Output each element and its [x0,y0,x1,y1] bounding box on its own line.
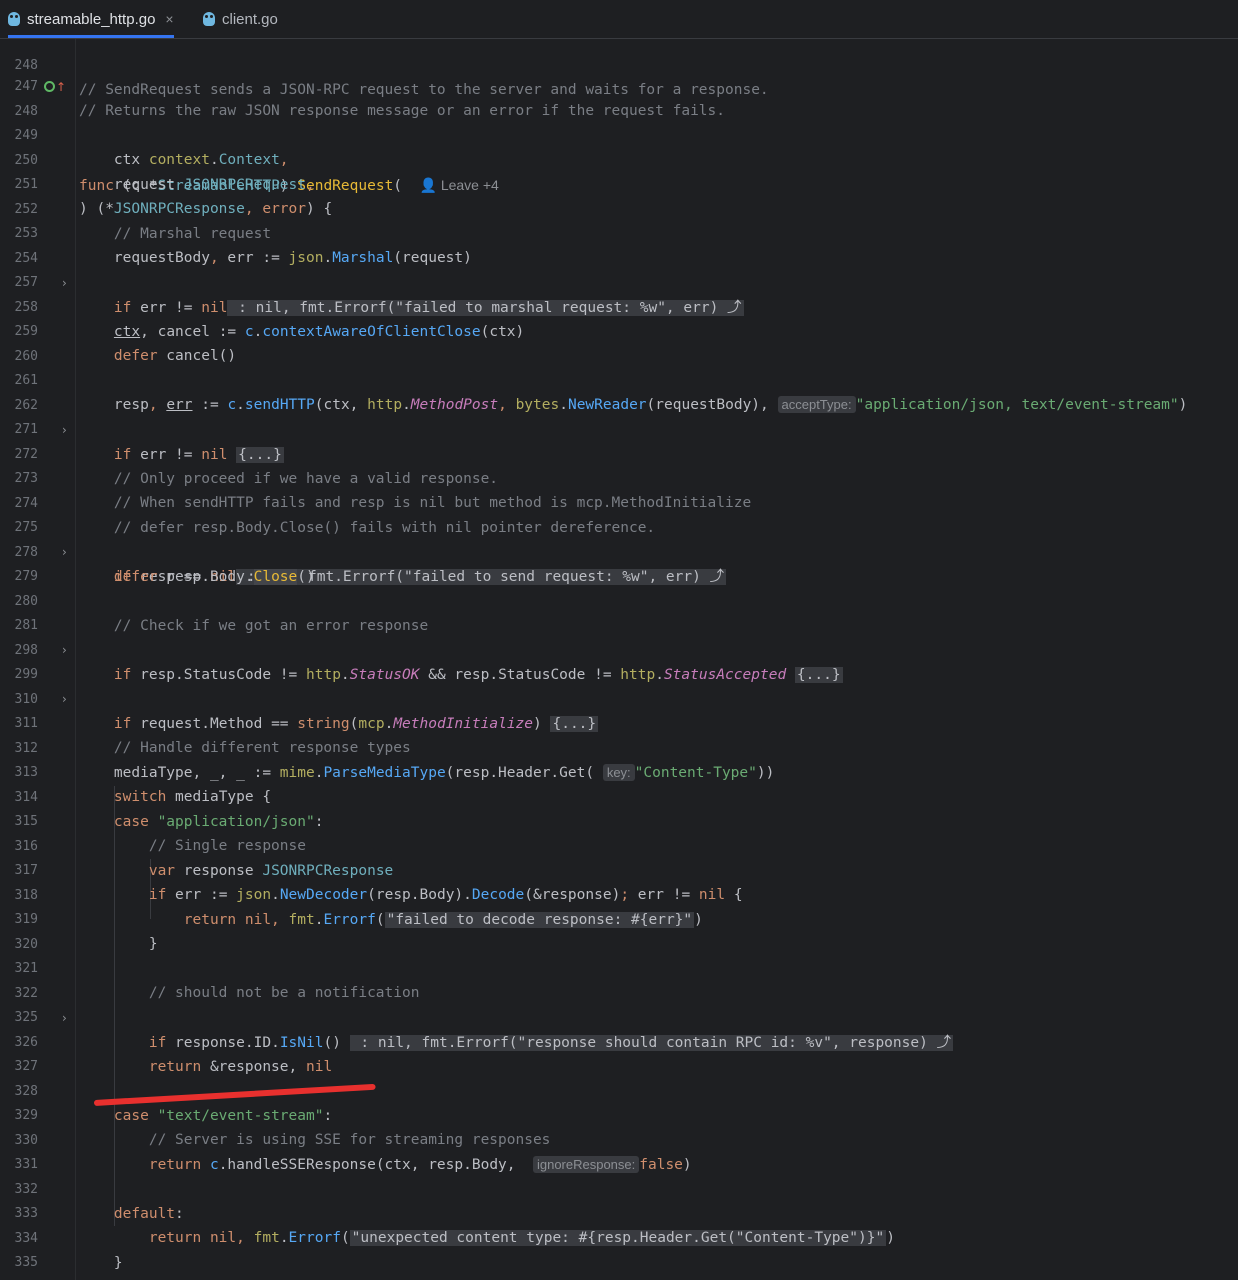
tab-client[interactable]: client.go [203,0,278,38]
code-line: 320 [0,908,1238,952]
code-line: 335 } [0,1226,1238,1280]
code-line: 334 } [0,1202,1238,1272]
code-line: 310 [0,663,1238,707]
code-line: 259 defer cancel() [0,295,1238,365]
code-line: 253 requestBody, err := json.Marshal(req… [0,197,1238,267]
go-file-icon [203,12,215,26]
code-line: 332 default: [0,1153,1238,1223]
code-line: 278 defer resp.Body.Close() [0,516,1238,585]
code-line: 257 [0,246,1238,290]
code-line: 247 // Returns the raw JSON response mes… [0,50,1238,120]
code-line: 312 mediaType, _, _ := mime.ParseMediaTy… [0,712,1238,781]
code-line: 262 › if err != nil {...} [0,369,1238,463]
code-line: 252 // Marshal request [0,173,1238,243]
code-line: 280 // Check if we got an error response [0,565,1238,635]
code-line: 314 case "application/json": [0,761,1238,831]
code-line: 330 return c.handleSSEResponse(ctx, resp… [0,1104,1238,1173]
code-line: 272 // Only proceed if we have a valid r… [0,418,1238,488]
code-line: 274 // defer resp.Body.Close() fails wit… [0,467,1238,537]
code-editor[interactable]: 248 // SendRequest sends a JSON-RPC requ… [0,39,1238,1280]
code-line: 298 [0,614,1238,658]
code-text: } [79,1275,88,1280]
code-line: 261 resp, err := c.sendHTTP(ctx, http.Me… [0,344,1238,413]
code-line: 322 › if response.ID.IsNil() : nil, fmt.… [0,957,1238,1051]
close-icon[interactable]: × [165,11,173,27]
code-line: 321 // should not be a notification [0,932,1238,1002]
code-line: 331 [0,1128,1238,1172]
code-line: 336 [0,1251,1238,1280]
code-line: 281 › if resp.StatusCode != http.StatusO… [0,589,1238,683]
editor-tab-bar: streamable_http.go × client.go [0,0,1238,39]
code-line: 251 ) (*JSONRPCResponse, error) { [0,148,1238,218]
code-line: 260 [0,320,1238,364]
code-line: 299 › if request.Method == string(mcp.Me… [0,638,1238,732]
code-line: 249 ctx context.Context, [0,99,1238,169]
override-arrow-icon[interactable]: ↑ [56,75,66,100]
code-line: 275 › if resp == nil : nil, fmt.Errorf("… [0,491,1238,585]
code-line: 273 // When sendHTTP fails and resp is n… [0,442,1238,512]
code-line: 248 ↑ func (c *StreamableHTTP) SendReque… [0,75,1238,194]
code-line: 254 › if err != nil : nil, fmt.Errorf("f… [0,222,1238,316]
tab-label: client.go [222,10,278,28]
code-line: 318 return nil, fmt.Errorf("failed to de… [0,859,1238,928]
code-line: 328 case "text/event-stream": [0,1055,1238,1125]
code-line: 317 if err := json.NewDecoder(resp.Body)… [0,834,1238,904]
code-line: 326 return &response, nil [0,1006,1238,1076]
code-line: 250 request JSONRPCRequest, [0,124,1238,194]
code-line: 316 var response JSONRPCResponse [0,810,1238,880]
implementation-gutter-icon[interactable] [44,81,55,92]
line-number: 336 [0,1276,38,1280]
code-line: 271 [0,393,1238,437]
code-line: 313 switch mediaType { [0,736,1238,806]
code-line: 327 [0,1030,1238,1074]
code-line: 279 [0,540,1238,584]
tab-label: streamable_http.go [27,10,156,28]
active-tab-underline [8,35,174,38]
code-line: 333 return nil, fmt.Errorf("unexpected c… [0,1177,1238,1246]
code-line: 319 } [0,883,1238,953]
code-line: 258 ctx, cancel := c.contextAwareOfClien… [0,271,1238,341]
code-line: 311 // Handle different response types [0,687,1238,757]
tab-streamable-http[interactable]: streamable_http.go × [8,0,174,38]
code-line: 315 // Single response [0,785,1238,855]
go-file-icon [8,12,20,26]
code-line: 325 [0,981,1238,1025]
